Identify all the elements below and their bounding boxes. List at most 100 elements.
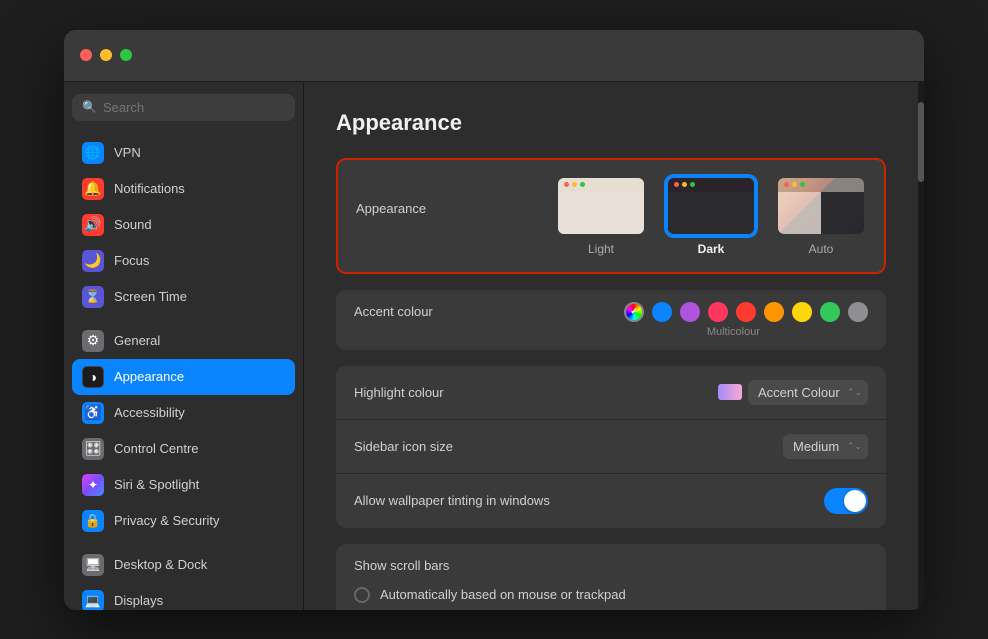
accent-orange[interactable] [764,302,784,322]
sidebar-icon-size-row: Sidebar icon size Medium [336,420,886,474]
dot2 [572,182,577,187]
sidebar-icon-size-select-wrapper[interactable]: Medium [783,434,868,459]
sidebar-item-displays[interactable]: 💻 Displays [72,583,295,610]
search-bar[interactable]: 🔍 [72,94,295,121]
highlight-colour-row: Highlight colour Accent Colour [336,366,886,420]
dark-thumb-inner [668,178,754,234]
highlight-colour-label: Highlight colour [354,385,718,400]
sidebar-item-label: Accessibility [114,405,185,420]
accent-purple[interactable] [680,302,700,322]
scrollbar-thumb[interactable] [918,102,924,182]
auto-label: Auto [809,242,834,256]
sidebar-item-label: Focus [114,253,149,268]
auto-content-area [778,192,821,234]
scrollbar[interactable] [918,82,924,610]
sidebar-item-notifications[interactable]: 🔔 Notifications [72,171,295,207]
dark-content-area [668,192,754,234]
main-window: 🔍 🌐 VPN 🔔 Notifications 🔊 Sound 🌙 [64,30,924,610]
checkmark: ✓ [630,306,638,317]
light-content-area [558,192,644,234]
accent-yellow[interactable] [792,302,812,322]
multicolour-label: Multicolour [707,326,760,338]
sidebar-item-vpn[interactable]: 🌐 VPN [72,135,295,171]
sidebar-item-desktop-dock[interactable]: 🖥 Desktop & Dock [72,547,295,583]
accent-blue[interactable] [652,302,672,322]
sidebar-item-label: Control Centre [114,441,199,456]
light-label: Light [588,242,614,256]
page-title: Appearance [336,110,886,136]
search-input[interactable] [103,100,285,115]
sidebar-icon-size-control: Medium [783,434,868,459]
dot3 [690,182,695,187]
desktop-dock-icon: 🖥 [82,554,104,576]
sidebar-item-control-centre[interactable]: 🎛 Control Centre [72,431,295,467]
dot3 [800,182,805,187]
sidebar-item-accessibility[interactable]: ♿ Accessibility [72,395,295,431]
sidebar-item-label: Screen Time [114,289,187,304]
wallpaper-tinting-label: Allow wallpaper tinting in windows [354,493,824,508]
wallpaper-tinting-row: Allow wallpaper tinting in windows [336,474,886,528]
thumb-bar-dark [668,178,754,192]
accent-green[interactable] [820,302,840,322]
scroll-bars-auto-radio[interactable] [354,587,370,603]
dot1 [564,182,569,187]
sidebar-item-focus[interactable]: 🌙 Focus [72,243,295,279]
accessibility-icon: ♿ [82,402,104,424]
content-area: 🔍 🌐 VPN 🔔 Notifications 🔊 Sound 🌙 [64,82,924,610]
search-icon: 🔍 [82,100,97,114]
light-thumb-inner [558,178,644,234]
scroll-bars-section: Show scroll bars Automatically based on … [336,544,886,610]
dot2 [792,182,797,187]
accent-graphite[interactable] [848,302,868,322]
highlight-colour-control: Accent Colour [718,380,868,405]
highlight-colour-select[interactable]: Accent Colour [748,380,868,405]
main-content: Appearance Appearance [304,82,918,610]
general-icon: ⚙ [82,330,104,352]
sidebar-item-sound[interactable]: 🔊 Sound [72,207,295,243]
focus-icon: 🌙 [82,250,104,272]
dot2 [682,182,687,187]
scroll-bars-auto-label: Automatically based on mouse or trackpad [380,587,626,602]
sidebar-item-general[interactable]: ⚙ General [72,323,295,359]
appearance-options: Light [556,176,866,256]
appearance-option-auto[interactable]: Auto [776,176,866,256]
accent-colour-label: Accent colour [354,304,624,319]
siri-icon: ✦ [82,474,104,496]
titlebar [64,30,924,82]
light-theme-thumb [556,176,646,236]
dark-label: Dark [698,242,725,256]
appearance-section-label: Appearance [356,201,556,216]
show-scroll-bars-title: Show scroll bars [336,544,886,573]
appearance-option-dark[interactable]: Dark [666,176,756,256]
sidebar-item-label: Sound [114,217,152,232]
appearance-icon: ◑ [82,366,104,388]
accent-multicolor[interactable]: ✓ [624,302,644,322]
sidebar-item-appearance[interactable]: ◑ Appearance [72,359,295,395]
sidebar-item-label: Desktop & Dock [114,557,207,572]
main-settings-section: Highlight colour Accent Colour Sidebar i… [336,366,886,528]
maximize-button[interactable] [120,49,132,61]
highlight-swatch [718,384,742,400]
sidebar-item-screen-time[interactable]: ⌛ Screen Time [72,279,295,315]
appearance-item-wrapper: ➤ ◑ Appearance [72,359,295,395]
privacy-icon: 🔒 [82,510,104,532]
thumb-bar-light [558,178,644,192]
sidebar-item-privacy[interactable]: 🔒 Privacy & Security [72,503,295,539]
close-button[interactable] [80,49,92,61]
vpn-icon: 🌐 [82,142,104,164]
auto-thumb-inner [778,178,864,234]
accent-red[interactable] [736,302,756,322]
highlight-colour-select-wrapper[interactable]: Accent Colour [748,380,868,405]
minimize-button[interactable] [100,49,112,61]
sidebar-item-siri[interactable]: ✦ Siri & Spotlight [72,467,295,503]
sidebar-item-label: Privacy & Security [114,513,219,528]
appearance-option-light[interactable]: Light [556,176,646,256]
sidebar-item-label: Displays [114,593,163,608]
sidebar-icon-size-select[interactable]: Medium [783,434,868,459]
accent-colour-row: Accent colour ✓ [354,302,868,322]
appearance-selector-section: Appearance [336,158,886,274]
accent-pink[interactable] [708,302,728,322]
wallpaper-tinting-toggle[interactable] [824,488,868,514]
scroll-bars-auto-option[interactable]: Automatically based on mouse or trackpad [354,587,868,603]
sidebar: 🔍 🌐 VPN 🔔 Notifications 🔊 Sound 🌙 [64,82,304,610]
